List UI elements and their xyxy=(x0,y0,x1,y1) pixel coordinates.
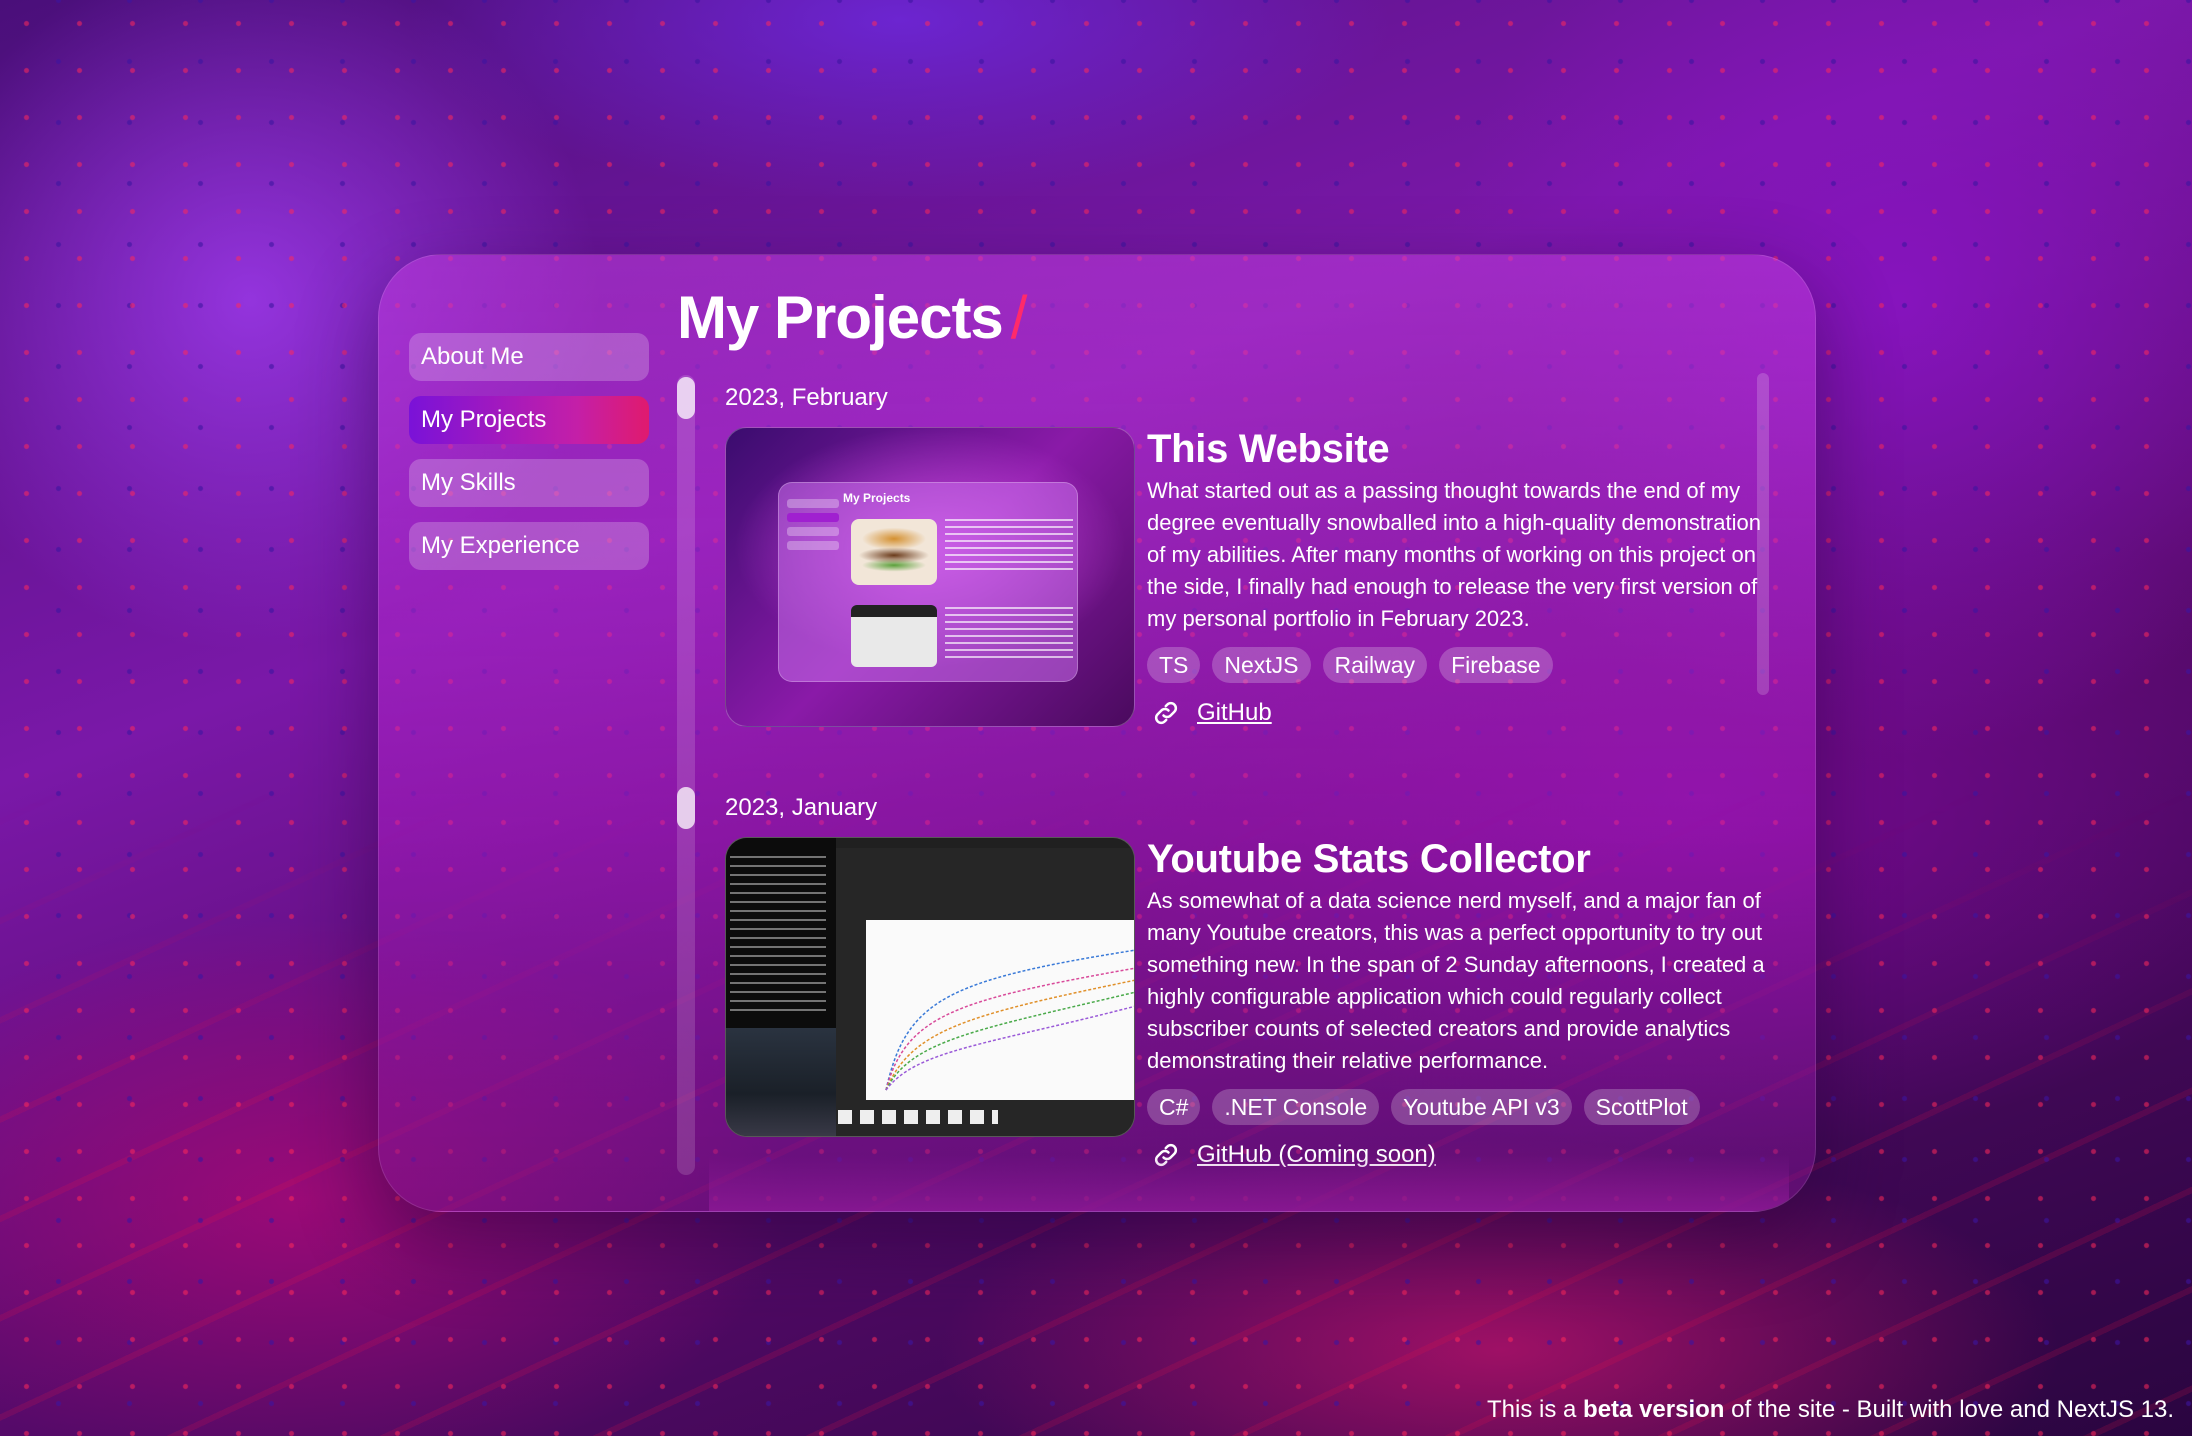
mini-nav-item xyxy=(787,541,839,550)
sidebar-item-my-experience[interactable]: My Experience xyxy=(409,522,649,570)
tag: .NET Console xyxy=(1212,1089,1380,1125)
project-description: As somewhat of a data science nerd mysel… xyxy=(1147,888,1765,1073)
project-card: Youtube Stats Collector As somewhat of a… xyxy=(725,837,1765,1171)
thumbnail-mini-window: My Projects xyxy=(778,482,1078,682)
tag-list: C# .NET Console Youtube API v3 ScottPlot xyxy=(1147,1089,1765,1125)
tag: Railway xyxy=(1322,647,1428,683)
github-link[interactable]: GitHub xyxy=(1197,699,1272,727)
sidebar-item-my-projects[interactable]: My Projects xyxy=(409,396,649,444)
timeline-track xyxy=(677,375,695,1175)
footer-bold: beta version xyxy=(1583,1396,1725,1423)
tag-list: TS NextJS Railway Firebase xyxy=(1147,647,1765,683)
footer-suffix: of the site - Built with love and NextJS… xyxy=(1724,1396,2174,1423)
scroll-fade xyxy=(709,1155,1789,1211)
mini-text-lines xyxy=(945,607,1073,663)
tag: Firebase xyxy=(1439,647,1553,683)
timeline-marker xyxy=(677,787,695,829)
terminal-text-lines xyxy=(730,856,826,1016)
tag: TS xyxy=(1147,647,1201,683)
project-info: This Website What started out as a passi… xyxy=(1147,427,1765,729)
link-icon xyxy=(1154,701,1178,725)
page-title-text: My Projects xyxy=(677,284,1004,351)
mini-text-lines xyxy=(945,519,1073,575)
mini-title: My Projects xyxy=(843,491,911,505)
entry-date: 2023, January xyxy=(725,794,878,821)
project-card: My Projects This Website What started ou… xyxy=(725,427,1765,729)
sidebar-item-my-skills[interactable]: My Skills xyxy=(409,459,649,507)
tag: Youtube API v3 xyxy=(1391,1089,1572,1125)
mini-nav-item xyxy=(787,527,839,536)
thumbnail-plot-area xyxy=(866,920,1134,1100)
footer-note: This is a beta version of the site - Bui… xyxy=(1487,1396,2174,1424)
sidebar-item-label: About Me xyxy=(421,343,524,370)
project-description: What started out as a passing thought to… xyxy=(1147,478,1761,631)
tag: C# xyxy=(1147,1089,1201,1125)
project-link[interactable]: GitHub xyxy=(1147,697,1765,729)
sidebar-item-label: My Experience xyxy=(421,532,580,559)
main-panel: About Me My Projects My Skills My Experi… xyxy=(378,254,1816,1212)
mini-nav-item xyxy=(787,513,839,522)
project-title: Youtube Stats Collector xyxy=(1147,837,1591,881)
page-title-accent: / xyxy=(1010,284,1028,351)
sidebar-item-about-me[interactable]: About Me xyxy=(409,333,649,381)
page-title: My Projects / xyxy=(677,283,1028,352)
timeline-marker xyxy=(677,377,695,419)
sidebar-item-label: My Projects xyxy=(421,406,547,433)
project-entry: 2023, February My Projects This Website … xyxy=(725,381,1765,729)
entry-date: 2023, February xyxy=(725,384,888,411)
thumbnail-plot-window xyxy=(836,848,1134,1136)
project-info: Youtube Stats Collector As somewhat of a… xyxy=(1147,837,1765,1171)
mini-burger-image xyxy=(851,519,937,585)
mini-chart-image xyxy=(851,605,937,667)
thumbnail-plot-lines xyxy=(885,949,1134,1091)
tag: ScottPlot xyxy=(1583,1089,1700,1125)
thumbnail-taskbar xyxy=(838,1110,998,1124)
sidebar-nav: About Me My Projects My Skills My Experi… xyxy=(409,333,649,585)
project-thumbnail xyxy=(725,837,1135,1137)
thumbnail-background-photo xyxy=(726,1028,836,1136)
sidebar-item-label: My Skills xyxy=(421,469,516,496)
mini-nav-item xyxy=(787,499,839,508)
tag: NextJS xyxy=(1212,647,1311,683)
project-title: This Website xyxy=(1147,427,1390,471)
project-entry: 2023, January Youtube Stats Collector As… xyxy=(725,791,1765,1171)
thumbnail-terminal xyxy=(726,838,836,1028)
footer-prefix: This is a xyxy=(1487,1396,1584,1423)
project-thumbnail: My Projects xyxy=(725,427,1135,727)
